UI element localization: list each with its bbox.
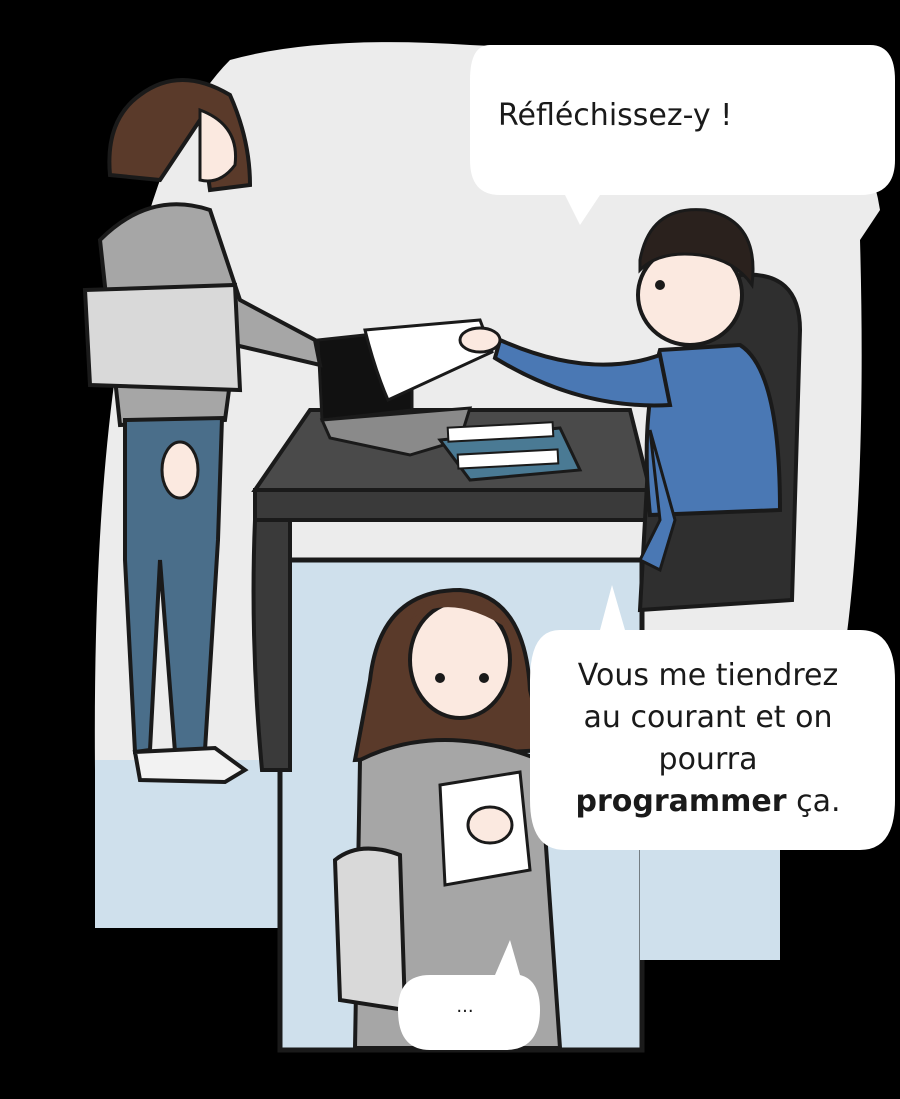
floor-slab [95,760,295,928]
speech-line: au courant et on [583,700,833,735]
eye [655,280,665,290]
speech-text-bottom: ... [456,996,474,1017]
speech-line-rest: ça. [786,784,841,819]
panel-lower-ground [640,850,780,960]
speech-line: pourra [658,742,758,777]
comic-panel [82,42,895,1053]
speech-line: programmer ça. [548,781,868,823]
speech-bold-word: programmer [575,784,787,819]
speech-text-right: Vous me tiendrez au courant et on pourra… [548,655,868,823]
eye [435,673,445,683]
speech-line: Vous me tiendrez [577,658,839,693]
speech-text-top: Réfléchissez-y ! [498,98,733,133]
eye [479,673,489,683]
